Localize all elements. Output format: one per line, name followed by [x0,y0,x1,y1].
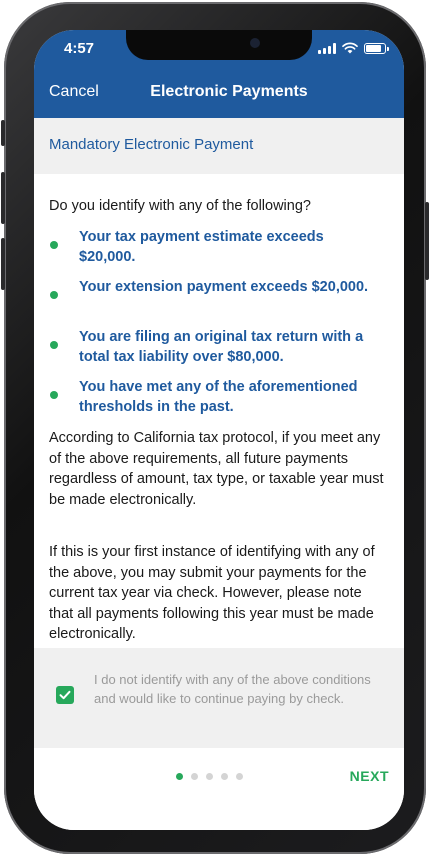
page-title: Electronic Payments [150,83,308,100]
green-dot-icon [50,241,58,249]
battery-icon [364,42,389,54]
first-instance-paragraph: If this is your first instance of identi… [49,544,375,642]
wifi-icon [342,42,358,54]
opt-out-checkbox[interactable] [56,686,74,704]
camera-icon [250,38,260,48]
page-dot [221,773,228,780]
notch [126,30,312,60]
green-dot-icon [50,341,58,349]
list-item: Your tax payment estimate exceeds $20,00… [49,227,389,277]
volume-down-button [1,238,5,290]
question-text: Do you identify with any of the followin… [49,198,311,214]
list-item: You have met any of the aforementioned t… [49,377,389,427]
green-dot-icon [50,291,58,299]
volume-up-button [1,172,5,224]
section-header: Mandatory Electronic Payment [34,118,404,174]
list-item: You are filing an original tax return wi… [49,327,389,377]
page-dot [236,773,243,780]
requirement-text: Your extension payment exceeds $20,000. [79,279,369,295]
requirements-list: Your tax payment estimate exceeds $20,00… [49,227,389,427]
power-button [425,202,429,280]
screen: 4:57 Cancel Electronic Payments Mandator… [34,30,404,830]
footer: NEXT [34,748,404,830]
protocol-paragraph: According to California tax protocol, if… [49,430,384,508]
checkmark-icon [59,690,71,700]
status-icons [318,42,389,54]
next-button[interactable]: NEXT [350,768,389,784]
page-dot-active [176,773,183,780]
page-dot [206,773,213,780]
phone-frame: 4:57 Cancel Electronic Payments Mandator… [1,2,429,854]
requirement-text: You have met any of the aforementioned t… [79,379,358,415]
requirement-text: Your tax payment estimate exceeds $20,00… [79,229,324,265]
green-dot-icon [50,391,58,399]
requirement-text: You are filing an original tax return wi… [79,329,364,365]
list-item: Your extension payment exceeds $20,000. [49,277,389,327]
status-time: 4:57 [64,40,95,57]
signal-icon [318,42,336,54]
page-indicator [176,773,243,780]
page-dot [191,773,198,780]
mute-switch [1,120,5,146]
scroll-content[interactable]: Do you identify with any of the followin… [34,174,404,648]
section-title: Mandatory Electronic Payment [49,136,254,153]
opt-out-label[interactable]: I do not identify with any of the above … [94,670,394,708]
confirm-panel: I do not identify with any of the above … [34,648,404,748]
